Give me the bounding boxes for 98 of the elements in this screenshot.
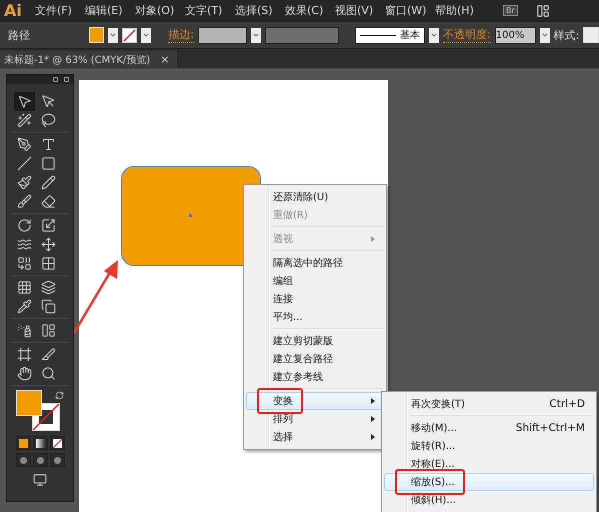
layers-icon — [40, 280, 56, 295]
dropdown-button[interactable] — [251, 28, 261, 42]
menu-title[interactable]: 选择(S) — [235, 3, 285, 18]
menu-item[interactable]: 移动(M)... Shift+Ctrl+M — [384, 419, 594, 437]
stacked-squares-icon — [40, 299, 56, 314]
menu-item[interactable]: 隔离选中的路径 — [246, 254, 384, 272]
pointer-arrow-icon — [40, 94, 56, 109]
menu-title[interactable]: 帮助(H) — [435, 3, 485, 18]
menu-item[interactable]: 再次变换(T) Ctrl+D — [384, 395, 594, 413]
pen-nib-icon — [16, 137, 32, 152]
caret-icon — [430, 31, 438, 39]
menu-title[interactable]: 文件(F) — [35, 3, 85, 18]
submenu-arrow-icon — [371, 434, 375, 440]
gradient-mode-button[interactable] — [32, 436, 48, 450]
opacity-label[interactable]: 不透明度: — [443, 27, 491, 43]
magic-wand-icon — [16, 113, 32, 128]
bridge-button[interactable]: Br — [503, 5, 518, 16]
letter-t-icon — [40, 137, 56, 152]
menu-item[interactable]: 编组 — [246, 272, 384, 290]
menu-title[interactable]: 文字(T) — [185, 3, 235, 18]
draw-mode-button[interactable] — [50, 453, 64, 467]
dropdown-button[interactable] — [140, 28, 151, 42]
document-title: 未标题-1* @ 63% (CMYK/预览) — [4, 54, 150, 66]
submenu-arrow-icon — [371, 236, 375, 242]
menu-title[interactable]: 编辑(E) — [85, 3, 135, 18]
menu-item[interactable]: 建立复合路径 — [246, 350, 384, 368]
selection-arrow-icon — [16, 94, 32, 109]
no-stroke-swatch[interactable] — [122, 28, 137, 42]
rotate-icon — [16, 218, 32, 233]
highlight-frame — [257, 388, 303, 414]
brush-icon — [16, 194, 32, 209]
magnifier-icon — [40, 366, 56, 381]
app-logo: Ai — [4, 1, 23, 20]
mesh-grid-icon — [16, 280, 32, 295]
lasso-icon — [40, 113, 56, 128]
submenu-arrow-icon — [371, 416, 375, 422]
stroke-weight-field[interactable] — [198, 26, 248, 44]
submenu-arrow-icon — [371, 398, 375, 404]
circle-icon — [36, 456, 44, 464]
caret-icon — [109, 31, 118, 39]
color-mode-button[interactable] — [16, 436, 30, 450]
frame-icon — [16, 347, 32, 362]
menu-title[interactable]: 效果(C) — [285, 3, 335, 18]
menu-item[interactable]: 倾斜(H)... — [384, 491, 594, 509]
menu-item[interactable]: 建立剪切蒙版 — [246, 332, 384, 350]
stroke-label[interactable]: 描边: — [168, 27, 194, 43]
fill-swatch[interactable] — [16, 390, 42, 416]
menu-item[interactable]: 平均... — [246, 308, 384, 326]
square-icon — [40, 156, 56, 171]
menu-item[interactable]: 选择 — [246, 428, 384, 446]
menu-item[interactable]: 连接 — [246, 290, 384, 308]
dropdown-button[interactable] — [540, 28, 550, 42]
style-swatch[interactable] — [583, 27, 599, 43]
hand-icon — [16, 366, 32, 381]
menu-item[interactable]: 建立参考线 — [246, 368, 384, 386]
draw-mode-button[interactable] — [32, 453, 48, 467]
style-label: 样式: — [554, 28, 580, 42]
pencil-icon — [40, 175, 56, 190]
highlight-frame — [395, 469, 465, 495]
dropdown-button[interactable] — [429, 28, 440, 42]
eyedropper-icon — [16, 299, 32, 314]
caret-icon — [142, 31, 150, 39]
menu-item[interactable]: 旋转(R)... — [384, 437, 594, 455]
circle-icon — [18, 456, 28, 464]
grid-icon — [40, 256, 56, 271]
spray-can-icon — [16, 323, 32, 338]
brush-field[interactable]: 基本 — [354, 26, 426, 44]
none-mode-button[interactable] — [50, 436, 64, 450]
shortcut-text: Shift+Ctrl+M — [516, 422, 585, 434]
shortcut-text: Ctrl+D — [549, 398, 585, 410]
menu-item[interactable]: 还原清除(U) — [246, 188, 384, 206]
menu-title[interactable]: 窗口(W) — [385, 3, 435, 18]
move-arrows-icon — [40, 237, 56, 252]
knife-icon — [40, 347, 56, 362]
workspace-layout-icon[interactable] — [536, 4, 550, 18]
fill-swatch[interactable] — [88, 27, 104, 43]
wave-icon — [16, 237, 32, 252]
screen-mode-icon[interactable] — [33, 473, 47, 487]
swap-icon[interactable] — [55, 391, 64, 400]
caret-icon — [252, 31, 260, 39]
circle-icon — [52, 456, 62, 464]
scale-icon — [40, 218, 56, 233]
menu-title[interactable]: 对象(O) — [135, 3, 185, 18]
menu-item[interactable]: 排列 — [246, 410, 384, 428]
eraser-icon — [40, 194, 56, 209]
close-tab-button[interactable]: × — [160, 53, 170, 66]
caret-icon — [540, 31, 549, 39]
variable-width-field[interactable] — [264, 26, 340, 44]
menu-title[interactable]: 视图(V) — [335, 3, 385, 18]
document-tab[interactable]: 未标题-1* @ 63% (CMYK/预览) × — [0, 51, 178, 68]
menu-item[interactable]: 对称(E)... — [384, 455, 594, 473]
dropdown-button[interactable] — [108, 28, 118, 42]
draw-mode-button[interactable] — [16, 453, 30, 467]
opacity-field[interactable]: 100% — [494, 26, 536, 44]
tool-button[interactable] — [14, 92, 34, 111]
slash-line-icon — [16, 156, 32, 171]
object-type-label: 路径 — [8, 28, 30, 42]
paintbrush-icon — [16, 175, 32, 190]
